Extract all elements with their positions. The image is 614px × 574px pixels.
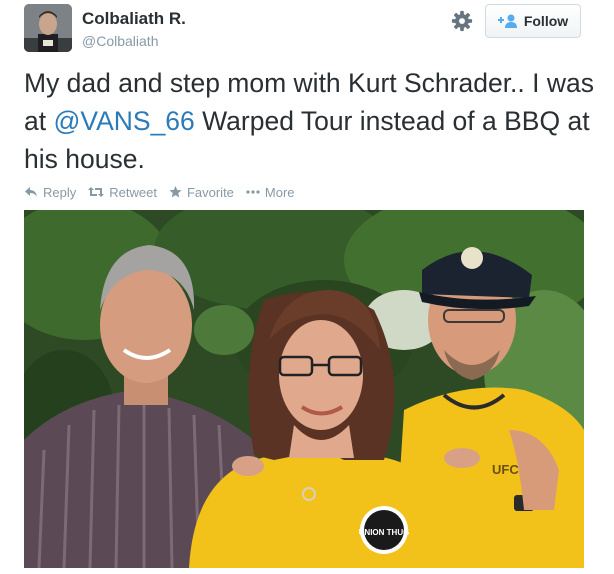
- follow-label: Follow: [523, 13, 569, 29]
- tweet-actions: Reply Retweet Favorite More: [24, 182, 307, 202]
- reply-label: Reply: [43, 184, 77, 200]
- display-name[interactable]: Colbaliath R.: [82, 9, 186, 29]
- more-dots-icon: [246, 190, 260, 194]
- retweet-label: Retweet: [109, 184, 157, 200]
- follow-button[interactable]: Follow: [485, 4, 581, 38]
- avatar-image: [24, 4, 72, 52]
- more-label: More: [264, 184, 295, 200]
- gear-icon[interactable]: [451, 10, 473, 32]
- reply-action[interactable]: Reply: [24, 185, 76, 200]
- reply-icon: [25, 187, 37, 197]
- mention-link[interactable]: @VANS_66: [53, 106, 194, 136]
- user-handle[interactable]: @Colbaliath: [82, 33, 158, 49]
- favorite-label: Favorite: [186, 184, 234, 200]
- photo-illustration: UFCW UNION THUG: [24, 210, 584, 568]
- avatar[interactable]: [24, 4, 72, 52]
- retweet-action[interactable]: Retweet: [88, 185, 157, 200]
- union-thug-logo-text: UNION THUG: [359, 528, 410, 537]
- retweet-icon: [88, 187, 105, 197]
- tweet-text: My dad and step mom with Kurt Schrader..…: [24, 64, 599, 178]
- favorite-action[interactable]: Favorite: [169, 185, 234, 200]
- tweet-photo[interactable]: UFCW UNION THUG: [24, 210, 584, 568]
- more-action[interactable]: More: [246, 185, 295, 200]
- add-user-icon: [497, 14, 517, 28]
- star-icon: [169, 186, 182, 198]
